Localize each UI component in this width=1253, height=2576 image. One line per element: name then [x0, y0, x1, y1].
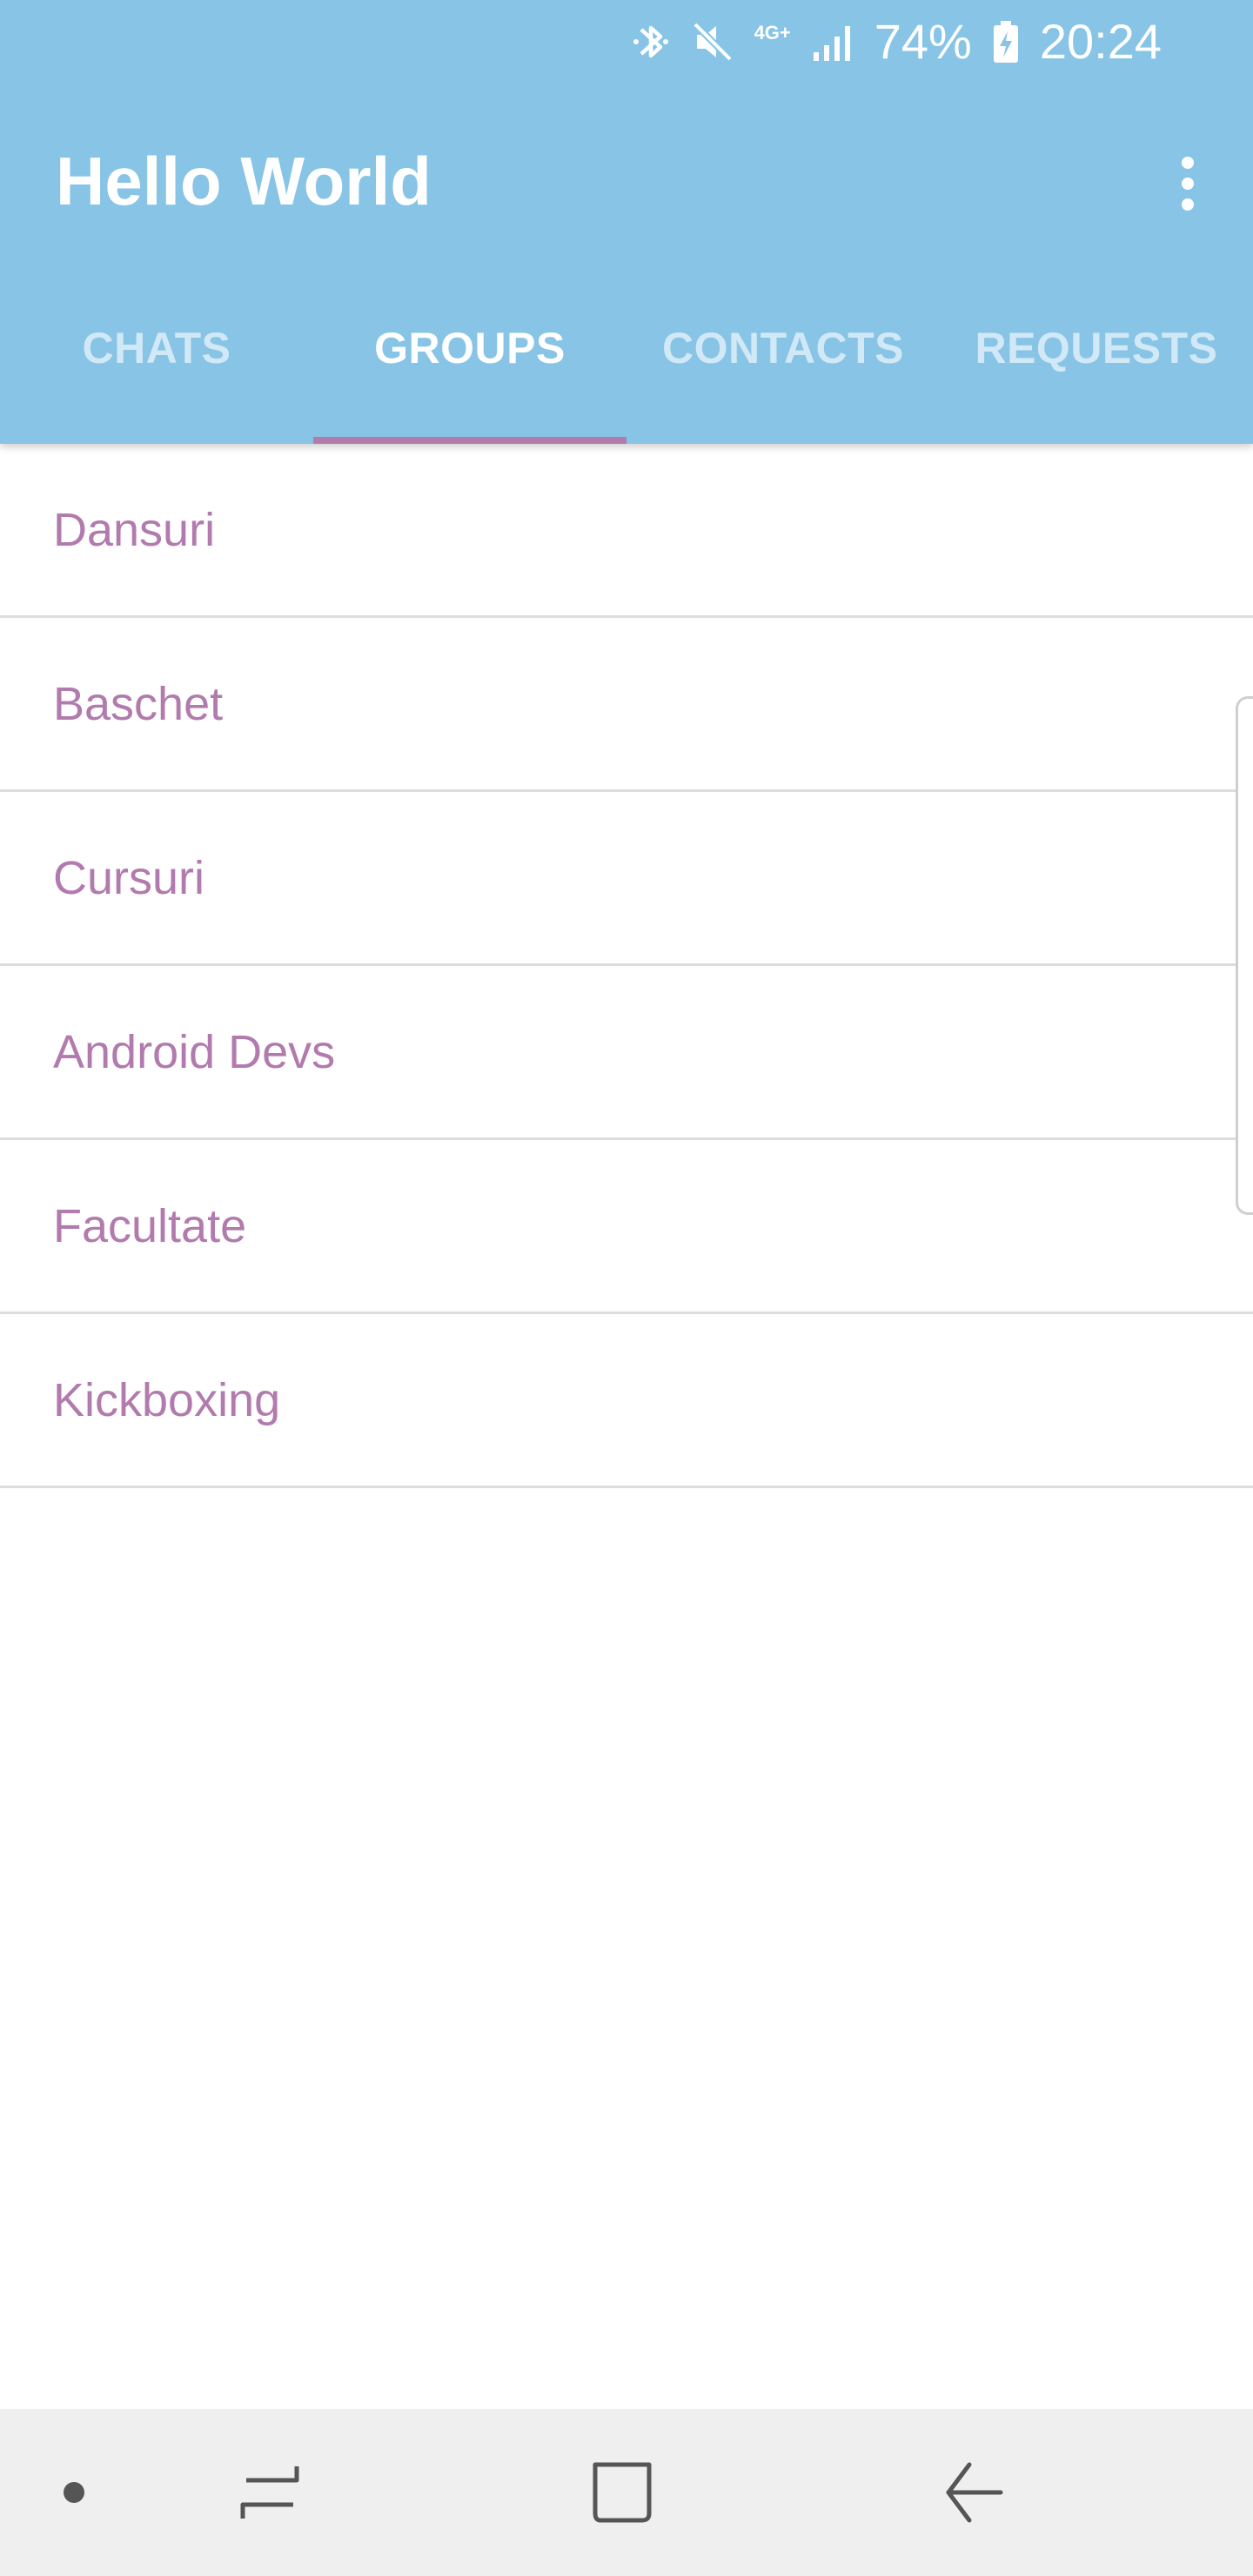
back-icon	[946, 2462, 1003, 2523]
nav-dot-button[interactable]	[35, 2409, 113, 2576]
list-item[interactable]: Cursuri	[0, 792, 1253, 966]
list-item[interactable]: Kickboxing	[0, 1314, 1253, 1488]
tab-bar: CHATS GROUPS CONTACTS REQUESTS	[0, 287, 1253, 444]
tab-label: CONTACTS	[661, 324, 905, 372]
group-name: Kickboxing	[53, 1373, 281, 1426]
status-bar: 4G+ 74% 20:24	[0, 0, 1253, 84]
bluetooth-icon	[631, 17, 671, 66]
home-icon	[593, 2462, 652, 2523]
app-bar: 4G+ 74% 20:24 Hello World CHATS GROUPS C…	[0, 0, 1253, 444]
group-name: Android Devs	[53, 1025, 336, 1078]
signal-icon	[810, 17, 855, 66]
group-name: Dansuri	[53, 503, 216, 556]
navigation-bar	[0, 2409, 1253, 2576]
battery-icon	[991, 17, 1021, 66]
list-item[interactable]: Baschet	[0, 618, 1253, 792]
group-name: Baschet	[53, 677, 224, 730]
recents-button[interactable]	[218, 2409, 322, 2576]
recents-icon	[240, 2466, 299, 2519]
battery-percent: 74%	[874, 14, 972, 69]
group-name: Facultate	[53, 1199, 247, 1252]
screen: 4G+ 74% 20:24 Hello World CHATS GROUPS C…	[0, 0, 1253, 2576]
group-list: Dansuri Baschet Cursuri Android Devs Fac…	[0, 444, 1253, 1488]
list-item[interactable]: Dansuri	[0, 444, 1253, 618]
tab-label: CHATS	[82, 324, 231, 372]
clock: 20:24	[1039, 14, 1162, 69]
network-4g-icon: 4G+	[754, 22, 791, 44]
tab-label: GROUPS	[374, 324, 566, 372]
list-item[interactable]: Android Devs	[0, 966, 1253, 1140]
dot-icon	[64, 2482, 84, 2503]
more-options-button[interactable]	[1149, 136, 1227, 231]
edge-panel-handle[interactable]	[1236, 696, 1253, 1215]
tab-label: REQUESTS	[975, 324, 1218, 372]
tab-requests[interactable]: REQUESTS	[940, 287, 1253, 444]
status-icons: 4G+ 74% 20:24	[631, 14, 1162, 70]
tab-groups[interactable]: GROUPS	[313, 287, 626, 444]
more-vert-icon	[1182, 157, 1194, 211]
toolbar: Hello World	[0, 84, 1253, 278]
home-button[interactable]	[570, 2409, 674, 2576]
app-title: Hello World	[56, 143, 432, 219]
group-name: Cursuri	[53, 851, 205, 904]
mute-icon	[690, 17, 735, 66]
tab-indicator	[313, 437, 626, 444]
tab-contacts[interactable]: CONTACTS	[626, 287, 940, 444]
tab-chats[interactable]: CHATS	[0, 287, 313, 444]
back-button[interactable]	[922, 2409, 1027, 2576]
list-item[interactable]: Facultate	[0, 1140, 1253, 1314]
